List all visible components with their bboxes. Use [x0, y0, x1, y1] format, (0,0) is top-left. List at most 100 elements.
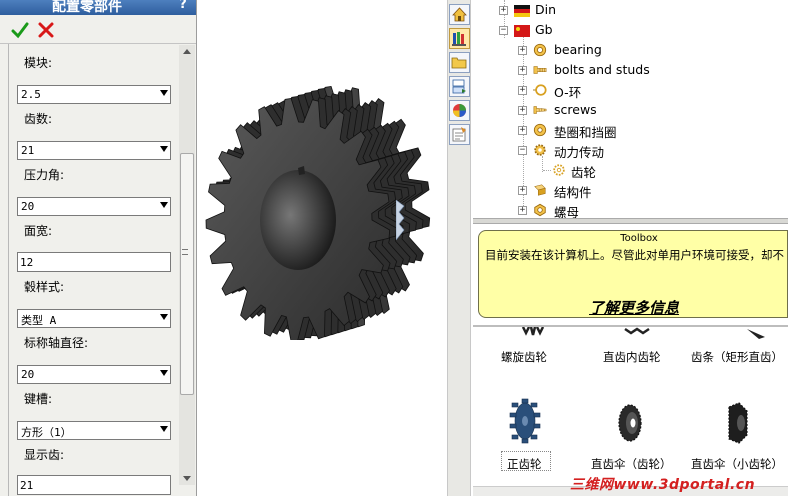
- scrollbar-grip-icon: [182, 249, 188, 255]
- tree-item-label: 结构件: [554, 185, 592, 200]
- display-teeth-input[interactable]: 21: [17, 475, 171, 495]
- chevron-down-icon: [160, 90, 168, 96]
- part-gallery: 螺旋齿轮 直齿内齿轮 齿条（矩形直齿） 正齿轮 直齿伞（齿轮） 直齿伞（小齿轮）: [473, 325, 788, 496]
- keyway-value: 方形（1）: [21, 426, 72, 439]
- tree-item-label: Din: [535, 2, 557, 17]
- bevel-gear-thumbnail[interactable]: [615, 401, 645, 445]
- expand-toggle-icon[interactable]: +: [518, 186, 527, 195]
- search-tab[interactable]: [449, 76, 470, 97]
- structural-icon: [534, 184, 546, 196]
- hub-style-select[interactable]: 类型 A: [17, 309, 171, 328]
- file-explorer-icon: [451, 57, 467, 69]
- design-library-tree: + Din − Gb + bearing + bolts and studs +: [473, 0, 788, 218]
- tree-item-label: 齿轮: [571, 165, 597, 180]
- chevron-down-icon: [160, 146, 168, 152]
- tree-item-label: O-环: [554, 85, 582, 100]
- tooltip-title: Toolbox: [620, 233, 658, 244]
- home-icon: [452, 7, 467, 22]
- expand-toggle-icon[interactable]: +: [518, 206, 527, 215]
- washer-icon: [533, 123, 547, 137]
- gallery-caption-bevel-gear[interactable]: 直齿伞（齿轮）: [591, 456, 672, 472]
- pane-splitter[interactable]: [473, 218, 788, 224]
- o-ring-icon: [533, 84, 547, 96]
- property-manager-title: 配置零部件: [52, 0, 122, 15]
- expand-toggle-icon[interactable]: +: [518, 86, 527, 95]
- flag-cn-icon: [514, 25, 530, 37]
- nut-icon: [534, 203, 546, 217]
- expand-toggle-icon[interactable]: +: [518, 46, 527, 55]
- rack-thumbnail[interactable]: [745, 327, 767, 341]
- module-select[interactable]: 2.5: [17, 85, 171, 104]
- expand-toggle-icon[interactable]: +: [518, 106, 527, 115]
- bevel-pinion-thumbnail[interactable]: [725, 401, 751, 445]
- property-manager-scrollbar[interactable]: [179, 45, 195, 485]
- gallery-caption-internal-gear[interactable]: 直齿内齿轮: [603, 349, 661, 365]
- tree-item-label: 螺母: [554, 205, 580, 218]
- collapse-toggle-icon[interactable]: −: [518, 146, 527, 155]
- chevron-down-icon: [160, 426, 168, 432]
- custom-properties-tab[interactable]: [449, 124, 470, 145]
- group-box-border: [8, 44, 9, 496]
- tree-connector: [543, 170, 551, 171]
- tree-item-label: screws: [554, 102, 597, 117]
- chevron-down-icon: [160, 314, 168, 320]
- tree-item-label: Gb: [535, 22, 553, 37]
- gallery-caption-rack[interactable]: 齿条（矩形直齿）: [691, 349, 783, 365]
- flag-de-icon: [514, 5, 530, 17]
- hub-style-label: 毂样式:: [24, 280, 65, 294]
- helical-gear-thumbnail[interactable]: [521, 327, 545, 337]
- gear-bore-hole: [260, 170, 336, 270]
- design-library-icon: [452, 32, 466, 46]
- appearances-tab[interactable]: [449, 100, 470, 121]
- spur-gear-thumbnail[interactable]: [509, 397, 541, 445]
- graphics-area[interactable]: [198, 0, 447, 496]
- expand-toggle-icon[interactable]: +: [499, 6, 508, 15]
- screw-icon: [533, 106, 547, 114]
- module-label: 模块:: [24, 56, 53, 70]
- watermark-text: 三维网www.3dportal.cn: [570, 477, 756, 493]
- gallery-caption-helical-gear[interactable]: 螺旋齿轮: [501, 349, 547, 365]
- toolbar-divider: [0, 43, 196, 44]
- pressure-angle-label: 压力角:: [24, 168, 65, 182]
- appearances-icon: [453, 104, 466, 117]
- chevron-down-icon: [160, 370, 168, 376]
- expand-tab-icon[interactable]: [396, 200, 406, 240]
- shaft-diameter-value: 20: [21, 368, 35, 381]
- home-tab[interactable]: [449, 4, 470, 25]
- tree-item-label: 垫圈和挡圈: [554, 125, 617, 140]
- file-explorer-tab[interactable]: [449, 52, 470, 73]
- ok-checkmark-icon[interactable]: [11, 21, 29, 39]
- tree-item-label: bolts and studs: [554, 62, 650, 77]
- expand-toggle-icon[interactable]: +: [518, 126, 527, 135]
- scrollbar-thumb[interactable]: [180, 153, 194, 395]
- bolt-icon: [533, 66, 547, 74]
- expand-toggle-icon[interactable]: +: [518, 66, 527, 75]
- gallery-caption-bevel-pinion[interactable]: 直齿伞（小齿轮）: [691, 456, 783, 472]
- tree-item-label: 动力传动: [554, 145, 605, 160]
- shaft-diameter-select[interactable]: 20: [17, 365, 171, 384]
- gallery-caption-spur-gear[interactable]: 正齿轮: [507, 456, 542, 472]
- toolbox-tooltip: Toolbox 目前安装在该计算机上。尽管此对单用户环境可接受，却不 了解更多信…: [478, 230, 788, 318]
- face-width-input[interactable]: 12: [17, 252, 171, 272]
- keyway-select[interactable]: 方形（1）: [17, 421, 171, 440]
- teeth-count-select[interactable]: 21: [17, 141, 171, 160]
- help-button[interactable]: ?: [174, 0, 192, 13]
- module-value: 2.5: [21, 88, 41, 101]
- shaft-diameter-label: 标称轴直径:: [24, 336, 89, 350]
- design-library-tab[interactable]: [449, 28, 470, 49]
- scroll-down-icon[interactable]: [183, 476, 191, 481]
- cancel-x-icon[interactable]: [37, 21, 55, 39]
- learn-more-link[interactable]: 了解更多信息: [589, 297, 679, 318]
- tooltip-message: 目前安装在该计算机上。尽管此对单用户环境可接受，却不: [485, 248, 784, 262]
- tree-item-label: bearing: [554, 42, 602, 57]
- pressure-angle-select[interactable]: 20: [17, 197, 171, 216]
- gear-3d-model[interactable]: [198, 70, 447, 340]
- collapse-toggle-icon[interactable]: −: [499, 26, 508, 35]
- internal-gear-thumbnail[interactable]: [623, 327, 653, 337]
- teeth-count-value: 21: [21, 144, 35, 157]
- chevron-down-icon: [160, 202, 168, 208]
- property-manager-title-bar: 配置零部件 ?: [0, 0, 196, 15]
- scroll-up-icon[interactable]: [183, 49, 191, 54]
- keyway-label: 键槽:: [24, 392, 53, 406]
- property-manager: 配置零部件 ? 模块: 2.5 齿数: 21 压力角: 20 面宽: 12 毂样…: [0, 0, 197, 496]
